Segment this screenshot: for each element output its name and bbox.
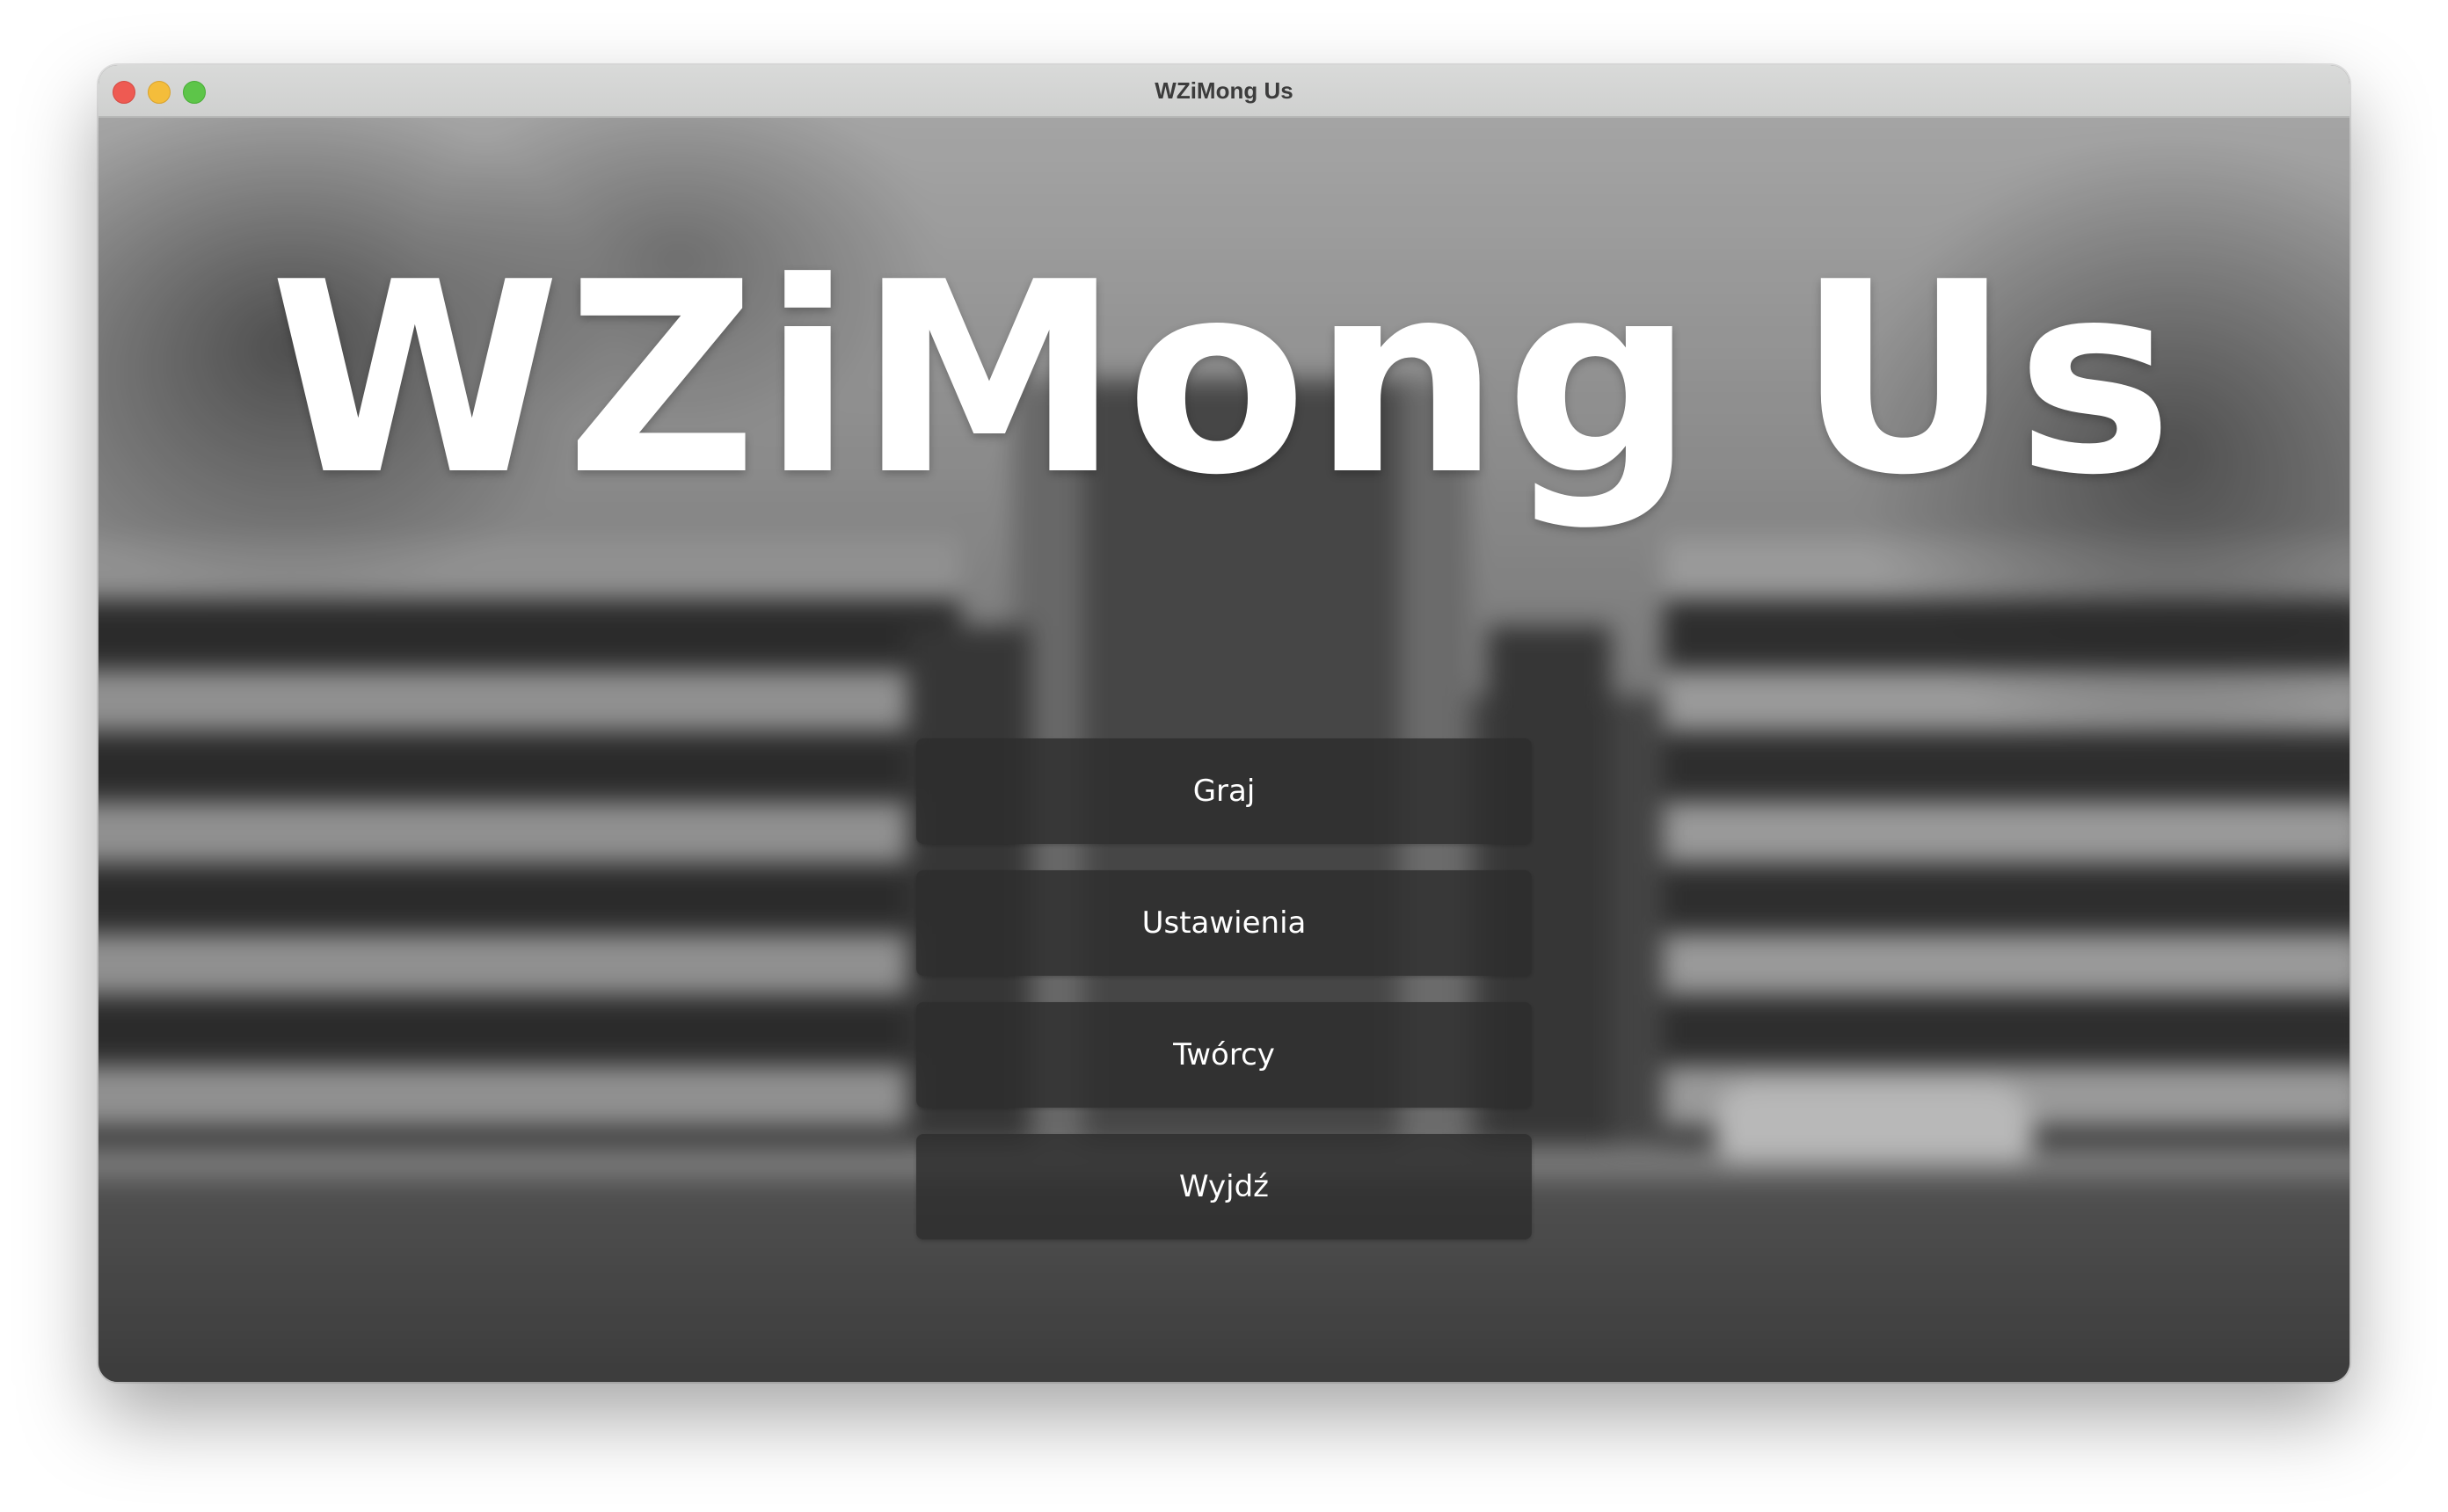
title-bar[interactable]: WZiMong Us — [98, 65, 2350, 118]
exit-button[interactable]: Wyjdź — [916, 1134, 1532, 1239]
app-window: WZiMong Us WZiMong Us Graj Ustawienia Tw… — [98, 65, 2350, 1382]
settings-button[interactable]: Ustawienia — [916, 870, 1532, 976]
desktop: WZiMong Us WZiMong Us Graj Ustawienia Tw… — [0, 0, 2448, 1512]
game-title: WZiMong Us — [269, 226, 2179, 533]
main-menu: Graj Ustawienia Twórcy Wyjdź — [916, 738, 1532, 1266]
play-button[interactable]: Graj — [916, 738, 1532, 844]
window-title: WZiMong Us — [1155, 77, 1293, 104]
main-menu-screen: WZiMong Us Graj Ustawienia Twórcy Wyjdź — [98, 116, 2350, 1382]
credits-button[interactable]: Twórcy — [916, 1002, 1532, 1108]
